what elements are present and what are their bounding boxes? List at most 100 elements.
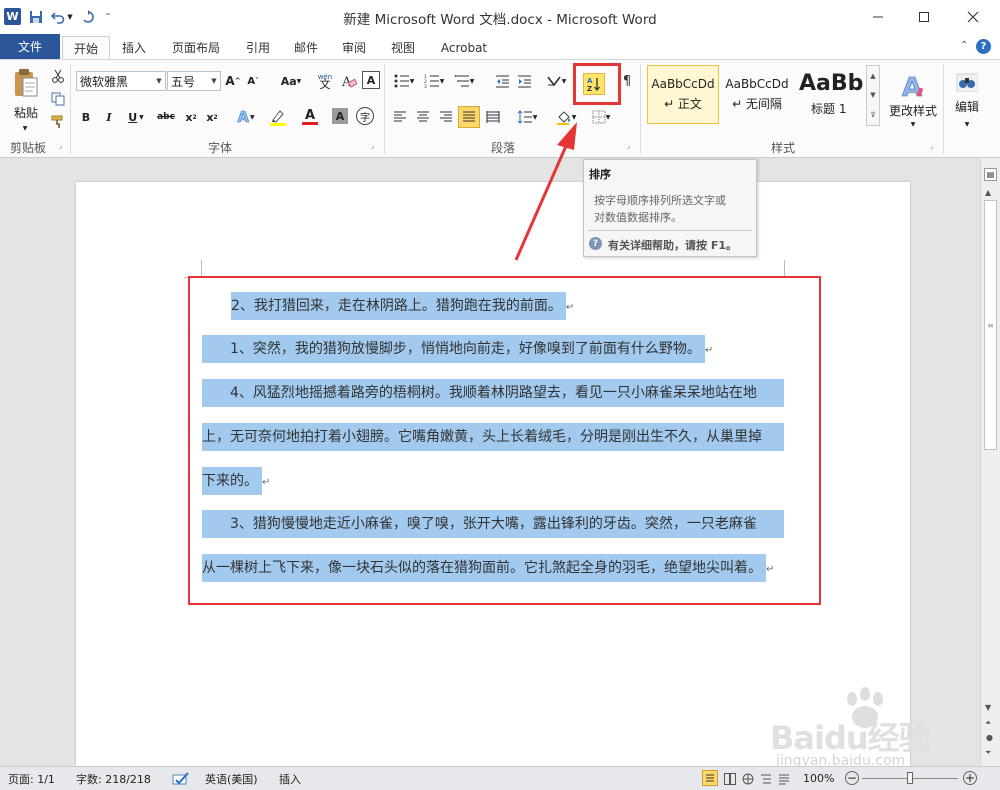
tab-view[interactable]: 视图 (383, 36, 423, 59)
paragraph-launcher-icon[interactable]: ⌟ (627, 142, 636, 151)
char-shading-button[interactable]: A (332, 108, 348, 124)
zoom-in-icon[interactable]: + (963, 771, 977, 785)
tab-mailings[interactable]: 邮件 (286, 36, 326, 59)
undo-icon[interactable] (50, 9, 66, 25)
outline-view-icon[interactable] (760, 770, 772, 787)
paste-dropdown-icon[interactable]: ▼ (20, 124, 30, 132)
maximize-button[interactable] (912, 6, 936, 28)
tab-references[interactable]: 引用 (238, 36, 278, 59)
editing-button[interactable]: 编辑 ▼ (947, 65, 987, 135)
styles-scroll-down-icon[interactable]: ▼ (870, 91, 875, 99)
collapse-ribbon-icon[interactable]: ⌃ (960, 40, 968, 51)
status-page[interactable]: 页面: 1/1 (8, 770, 55, 787)
full-screen-reading-icon[interactable] (724, 770, 736, 787)
align-center-icon (417, 111, 429, 122)
enclose-char-button[interactable]: 字 (356, 107, 374, 125)
minimize-button[interactable] (866, 6, 890, 28)
show-hide-marks-button[interactable]: ¶ (618, 72, 636, 90)
clipboard-launcher-icon[interactable]: ⌟ (59, 142, 68, 151)
scroll-thumb[interactable]: ≡ (984, 200, 997, 450)
tab-review[interactable]: 审阅 (334, 36, 374, 59)
decrease-indent-button[interactable] (493, 72, 511, 90)
close-button[interactable] (961, 6, 985, 28)
next-page-icon[interactable]: ⏷ (985, 748, 991, 758)
scroll-up-icon[interactable]: ▲ (985, 188, 991, 197)
style-heading-1[interactable]: AaBb 标题 1 (795, 65, 865, 124)
paste-button[interactable]: 粘贴 (8, 66, 44, 122)
prev-page-icon[interactable]: ⏶ (985, 718, 991, 728)
tab-insert[interactable]: 插入 (114, 36, 154, 59)
select-browse-object-icon[interactable]: ● (986, 733, 993, 742)
font-launcher-icon[interactable]: ⌟ (371, 142, 380, 151)
document-page[interactable]: 2、我打猎回来，走在林阴路上。猎狗跑在我的前面。 ↵ 1、突然，我的猎狗放慢脚步，… (76, 182, 931, 766)
phonetic-guide-button[interactable]: wén 文 (315, 71, 335, 91)
styles-gallery-scroll[interactable]: ▲ ▼ ⊽ (866, 65, 880, 126)
highlight-color-button[interactable] (264, 106, 292, 128)
tab-acrobat[interactable]: Acrobat (432, 36, 496, 59)
format-painter-icon[interactable] (50, 114, 66, 130)
align-left-button[interactable] (391, 108, 409, 126)
tab-page-layout[interactable]: 页面布局 (164, 36, 228, 59)
bold-button[interactable]: B (78, 108, 94, 126)
status-zoom-level[interactable]: 100% (803, 770, 834, 787)
align-center-button[interactable] (414, 108, 432, 126)
increase-indent-button[interactable] (515, 72, 533, 90)
font-name-dropdown-icon[interactable]: ▼ (153, 72, 165, 90)
vertical-scrollbar[interactable]: ▤ ▲ ≡ ▼ ⏶ ● ⏷ (980, 158, 1000, 766)
numbering-button[interactable]: 1 2 3 ▼ (421, 71, 447, 91)
italic-button[interactable]: I (101, 108, 117, 126)
word-app-icon[interactable]: W (4, 8, 21, 25)
subscript-button[interactable]: x2 (183, 108, 199, 126)
scroll-down-icon[interactable]: ▼ (985, 703, 991, 712)
font-color-button[interactable]: A (296, 106, 324, 128)
change-styles-button[interactable]: A 更改样式 ▼ (886, 65, 940, 135)
text-effects-button[interactable]: A ▼ (234, 107, 258, 127)
zoom-slider-thumb[interactable] (907, 772, 913, 784)
zoom-out-icon[interactable]: − (845, 771, 859, 785)
cut-icon[interactable] (50, 68, 66, 84)
shading-button[interactable]: ▼ (552, 107, 580, 127)
distribute-button[interactable] (484, 108, 502, 126)
styles-launcher-icon[interactable]: ⌟ (930, 142, 939, 151)
document-area[interactable]: 2、我打猎回来，走在林阴路上。猎狗跑在我的前面。 ↵ 1、突然，我的猎狗放慢脚步，… (0, 158, 980, 766)
customize-qat-icon[interactable]: ⁼ (103, 9, 113, 25)
change-case-button[interactable]: Aa ▼ (278, 73, 304, 89)
tab-home[interactable]: 开始 (62, 36, 110, 60)
clear-formatting-button[interactable]: A (339, 71, 359, 91)
font-size-combo[interactable]: 五号 ▼ (167, 71, 221, 91)
redo-icon[interactable] (80, 9, 96, 25)
bullets-button[interactable]: ▼ (391, 71, 417, 91)
proofing-icon[interactable] (172, 770, 190, 787)
justify-button[interactable] (458, 106, 480, 128)
style-no-spacing[interactable]: AaBbCcDd ↵ 无间隔 (721, 65, 793, 124)
font-name-combo[interactable]: 微软雅黑 ▼ (76, 71, 166, 91)
shrink-font-button[interactable]: Aˇ (244, 73, 262, 89)
status-insert-mode[interactable]: 插入 (279, 770, 301, 787)
print-layout-view-icon[interactable] (702, 770, 718, 786)
strikethrough-button[interactable]: abc (155, 108, 177, 126)
underline-button[interactable]: U ▼ (124, 108, 148, 126)
styles-more-icon[interactable]: ⊽ (870, 111, 875, 119)
change-styles-icon: A (902, 73, 924, 100)
tab-file[interactable]: 文件 (0, 34, 60, 59)
font-size-dropdown-icon[interactable]: ▼ (208, 72, 220, 90)
grow-font-button[interactable]: A ^ (224, 73, 242, 89)
align-right-button[interactable] (437, 108, 455, 126)
borders-button[interactable]: ▼ (588, 107, 614, 127)
copy-icon[interactable] (50, 91, 66, 107)
ruler-toggle-icon[interactable]: ▤ (984, 168, 997, 181)
draft-view-icon[interactable] (778, 770, 790, 787)
undo-dropdown-icon[interactable]: ▼ (66, 9, 74, 25)
style-normal[interactable]: AaBbCcDd ↵ 正文 (647, 65, 719, 124)
char-border-button[interactable]: A (362, 71, 380, 89)
help-icon[interactable]: ? (976, 39, 991, 54)
styles-scroll-up-icon[interactable]: ▲ (870, 72, 875, 80)
superscript-button[interactable]: x2 (204, 108, 220, 126)
save-icon[interactable] (28, 9, 44, 25)
status-language[interactable]: 英语(美国) (205, 770, 258, 787)
web-layout-icon[interactable] (742, 770, 754, 787)
line-spacing-button[interactable]: ▼ (514, 107, 540, 127)
status-word-count[interactable]: 字数: 218/218 (76, 770, 151, 787)
multilevel-list-button[interactable]: ▼ (451, 71, 477, 91)
chinese-layout-button[interactable]: ▼ (543, 71, 569, 91)
